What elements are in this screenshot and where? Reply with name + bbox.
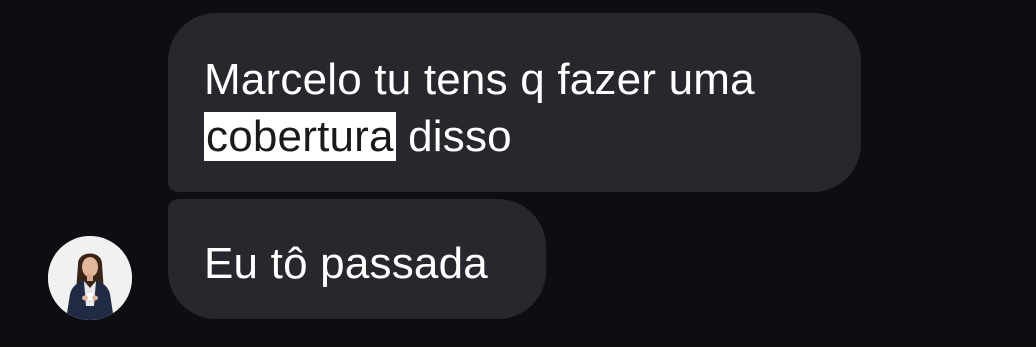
message-bubble[interactable]: Eu tô passada <box>168 199 546 319</box>
message-text: Marcelo tu tens q fazer uma cobertura di… <box>204 51 825 165</box>
message-bubble[interactable]: Marcelo tu tens q fazer uma cobertura di… <box>168 13 861 192</box>
selected-text-highlight[interactable]: cobertura <box>204 112 396 161</box>
chat-thread: Marcelo tu tens q fazer uma cobertura di… <box>0 0 1036 347</box>
message-line: Marcelo tu tens q fazer uma <box>204 55 755 104</box>
avatar[interactable] <box>48 236 132 320</box>
contact-avatar-photo-icon <box>48 236 132 320</box>
message-text: Eu tô passada <box>204 239 488 288</box>
message-line: disso <box>395 112 512 161</box>
